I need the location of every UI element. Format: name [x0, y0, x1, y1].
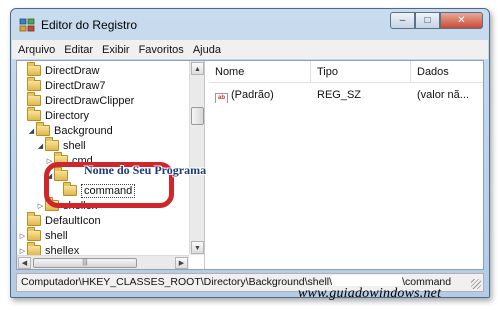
tree-item-shell[interactable]: ◢ shell [36, 137, 86, 153]
tree-item-shell-root[interactable]: ▷ shell [18, 227, 68, 243]
tree-item-directdraw7[interactable]: DirectDraw7 [18, 77, 106, 93]
folder-icon [27, 242, 41, 255]
registry-editor-icon [19, 18, 35, 32]
value-name: (Padrão) [231, 89, 274, 101]
tree-item-label: Directory [45, 109, 90, 122]
status-path-prefix: Computador\HKEY_CLASSES_ROOT\Directory\B… [21, 276, 333, 288]
minimize-button[interactable]: – [390, 12, 415, 29]
folder-icon [27, 92, 41, 106]
close-button[interactable]: ✕ [440, 12, 483, 29]
tree-item-defaulticon[interactable]: DefaultIcon [18, 212, 101, 228]
value-name-cell: ab (Padrão) [209, 87, 311, 103]
tree-item-label: DirectDrawClipper [45, 94, 135, 107]
folder-icon [27, 77, 41, 91]
tree-item-label: shell [63, 139, 86, 152]
menu-ajuda[interactable]: Ajuda [193, 44, 221, 56]
tree-horizontal-scrollbar[interactable]: ◀ ||| ▶ [17, 255, 189, 269]
expand-arrow-icon[interactable]: ▷ [18, 247, 27, 255]
scroll-up-arrow-icon[interactable]: ▲ [191, 62, 204, 75]
folder-icon [27, 212, 41, 226]
scroll-right-arrow-icon[interactable]: ▶ [175, 257, 188, 269]
folder-icon [45, 137, 59, 151]
window-controls: – □ ✕ [390, 12, 483, 29]
scroll-down-arrow-icon[interactable]: ▼ [191, 241, 204, 254]
tree-item-directdraw[interactable]: DirectDraw [18, 62, 100, 78]
table-row[interactable]: ab (Padrão) REG_SZ (valor nã... [209, 87, 483, 103]
menu-exibir[interactable]: Exibir [102, 44, 130, 56]
tree-item-label: DefaultIcon [45, 214, 101, 227]
tree-vertical-scrollbar[interactable]: ▲ ▼ [189, 61, 204, 255]
column-header-dados[interactable]: Dados [411, 61, 489, 83]
tree-item-label: DirectDraw7 [45, 79, 106, 92]
folder-icon [27, 227, 41, 241]
tree-item-background[interactable]: ◢ Background [27, 122, 113, 138]
collapse-arrow-icon[interactable]: ◢ [27, 127, 36, 135]
folder-icon [36, 122, 50, 136]
values-list-pane: Nome Tipo Dados ab (Padrão) REG_SZ (valor… [209, 61, 483, 269]
callout-label: Nome do Seu Programa [84, 163, 207, 177]
menu-arquivo[interactable]: Arquivo [18, 44, 55, 56]
tree-item-label: shellex [45, 244, 80, 256]
tree-item-directdrawclipper[interactable]: DirectDrawClipper [18, 92, 135, 108]
list-header: Nome Tipo Dados [209, 61, 483, 83]
tree-item-label: Background [54, 124, 113, 137]
menu-editar[interactable]: Editar [64, 44, 93, 56]
title-bar[interactable]: Editor do Registro – □ ✕ [11, 9, 489, 39]
scroll-left-arrow-icon[interactable]: ◀ [18, 257, 31, 269]
registry-editor-window: Editor do Registro – □ ✕ Arquivo Editar … [10, 8, 490, 298]
column-header-nome[interactable]: Nome [209, 61, 311, 83]
menu-favoritos[interactable]: Favoritos [139, 44, 184, 56]
scroll-thumb[interactable]: ||| [33, 258, 137, 268]
menu-bar: Arquivo Editar Exibir Favoritos Ajuda [12, 40, 488, 59]
tree-item-label: DirectDraw [45, 64, 100, 77]
status-path-mask [332, 275, 403, 286]
window-title: Editor do Registro [41, 18, 138, 32]
folder-icon [27, 62, 41, 76]
scroll-thumb[interactable] [191, 107, 204, 125]
value-type-cell: REG_SZ [317, 89, 362, 101]
tree-item-shellex-root[interactable]: ▷ shellex [18, 242, 80, 256]
resize-grip-icon[interactable] [471, 279, 481, 289]
column-header-tipo[interactable]: Tipo [311, 61, 411, 83]
watermark: www.guiadowindows.net [298, 286, 442, 301]
tree-item-label: shell [45, 229, 68, 242]
collapse-arrow-icon[interactable]: ◢ [36, 142, 45, 150]
expand-arrow-icon[interactable]: ▷ [36, 202, 45, 210]
string-value-icon: ab [215, 93, 228, 103]
expand-arrow-icon[interactable]: ▷ [18, 232, 27, 240]
folder-icon [27, 107, 41, 121]
tree-item-directory[interactable]: Directory [18, 107, 90, 123]
value-data-cell: (valor nã... [417, 89, 469, 101]
maximize-button[interactable]: □ [415, 12, 440, 29]
